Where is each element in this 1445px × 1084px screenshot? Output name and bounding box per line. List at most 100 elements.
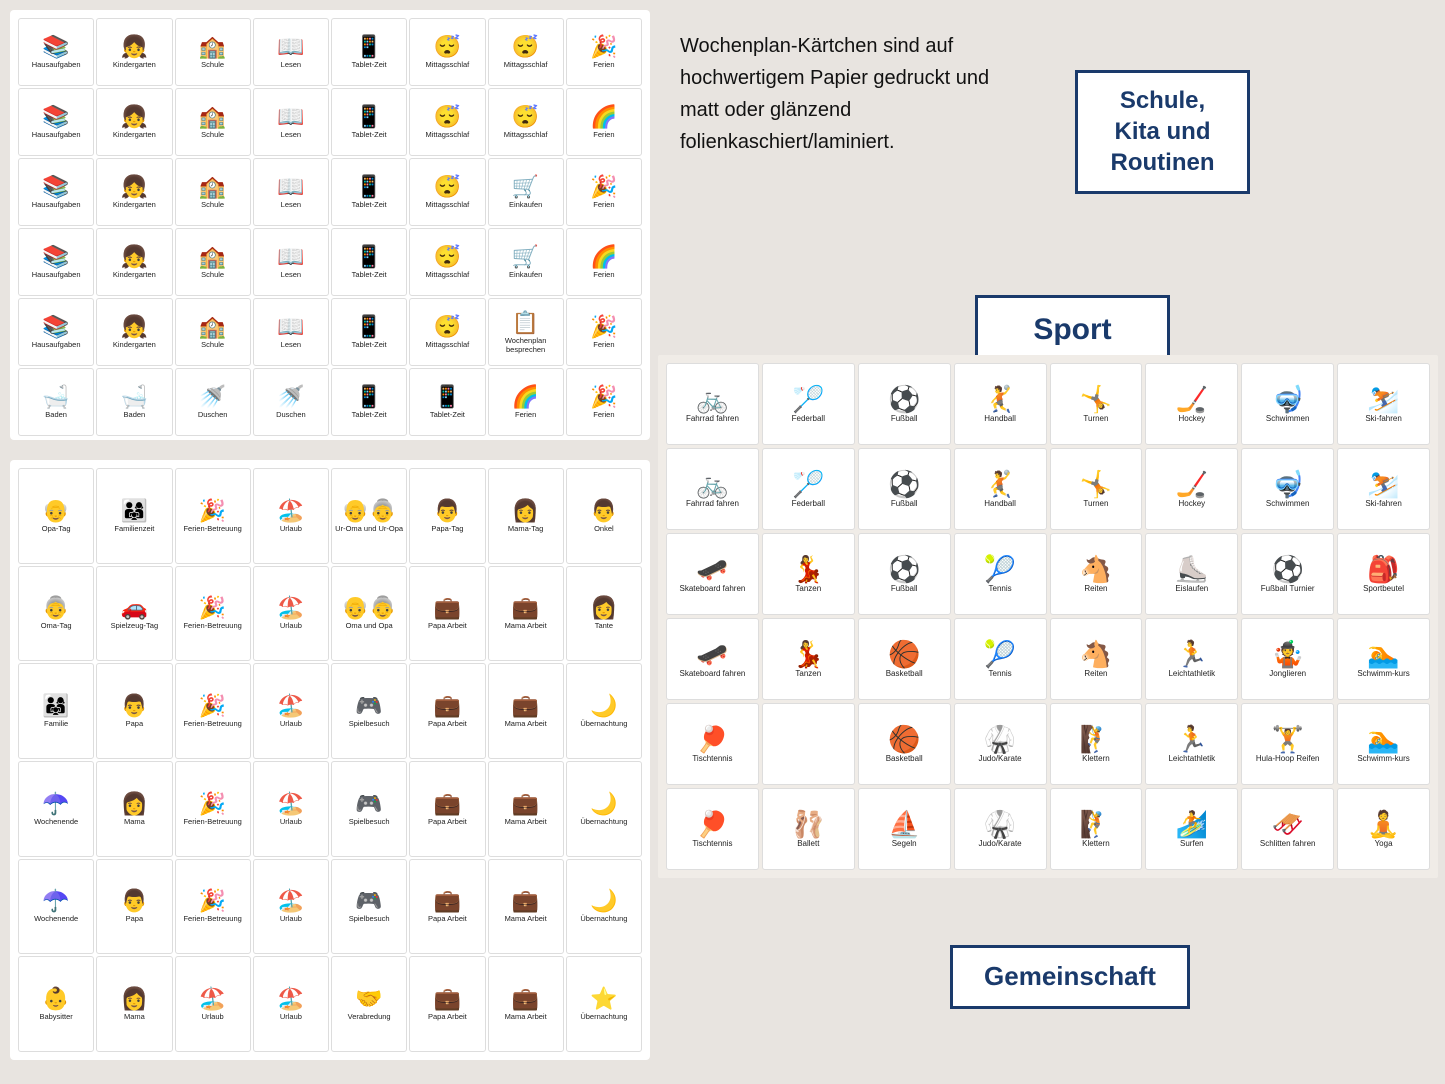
list-item: 🛹Skateboard fahren (666, 618, 759, 700)
card-icon-img: 🏸 (792, 386, 824, 412)
card-label-text: Schule (201, 270, 224, 279)
list-item: ☂️Wochenende (18, 761, 94, 857)
list-item: 🏄Surfen (1145, 788, 1238, 870)
card-icon-img: 💼 (434, 597, 461, 619)
list-item: 💼Mama Arbeit (488, 663, 564, 759)
card-icon-img: 🏖️ (199, 988, 226, 1010)
card-icon-img: 📱 (355, 246, 382, 268)
card-label-text: Leichtathletik (1168, 669, 1215, 679)
list-item: 💼Mama Arbeit (488, 566, 564, 662)
card-label-text: Tanzen (795, 584, 821, 594)
list-item: 📱Tablet-Zeit (331, 158, 407, 226)
list-item: 📱Tablet-Zeit (331, 298, 407, 366)
card-label-text: Mittagsschlaf (504, 130, 548, 139)
card-icon-img: 🛹 (696, 641, 728, 667)
card-label-text: Papa Arbeit (428, 1012, 467, 1021)
list-item: 🎾Tennis (954, 618, 1047, 700)
card-label-text: Schwimm-kurs (1357, 754, 1409, 764)
list-item: 🛒Einkaufen (488, 228, 564, 296)
card-icon-img: 👧 (121, 246, 148, 268)
list-item: 👶Babysitter (18, 956, 94, 1052)
card-label-text: Mittagsschlaf (425, 200, 469, 209)
list-item: 🛁Baden (96, 368, 172, 436)
list-item: 📚Hausaufgaben (18, 228, 94, 296)
card-icon-img: 💼 (512, 793, 539, 815)
card-label-text: Klettern (1082, 839, 1110, 849)
card-label-text: Tablet-Zeit (352, 410, 387, 419)
card-label-text: Schule (201, 60, 224, 69)
list-item: 👩Mama (96, 761, 172, 857)
card-icon-img: 🤾 (984, 471, 1016, 497)
card-label-text: Schule (201, 340, 224, 349)
card-label-text: Tischtennis (692, 839, 732, 849)
list-item: 💼Mama Arbeit (488, 956, 564, 1052)
card-icon-img: 🌙 (590, 793, 617, 815)
card-icon-img: 🛒 (512, 246, 539, 268)
card-label-text: Spielbesuch (349, 719, 390, 728)
list-item: 🚿Duschen (175, 368, 251, 436)
list-item: ⛷️Ski-fahren (1337, 363, 1430, 445)
card-icon-img: 🧘 (1367, 811, 1399, 837)
card-label-text: Lesen (281, 130, 301, 139)
list-item: 🏖️Urlaub (253, 566, 329, 662)
card-label-text: Tante (595, 621, 613, 630)
list-item: 💼Mama Arbeit (488, 761, 564, 857)
sport-grid-container: 🚲Fahrrad fahren🏸Federball⚽Fußball🤾Handba… (658, 355, 1438, 878)
card-label-text: Kindergarten (113, 130, 156, 139)
card-icon-img: 👨 (121, 695, 148, 717)
card-label-text: Handball (984, 499, 1016, 509)
card-label-text: Segeln (892, 839, 917, 849)
card-icon-img: 👨‍👩‍👧 (42, 695, 69, 717)
card-icon-img: ⚽ (888, 386, 920, 412)
card-label-text: Ferien-Betreuung (183, 719, 241, 728)
list-item: ⚽Fußball (858, 533, 951, 615)
card-icon-img: 📖 (277, 176, 304, 198)
list-item: 🏖️Urlaub (253, 468, 329, 564)
card-icon-img: 📚 (42, 316, 69, 338)
list-item: 😴Mittagsschlaf (409, 18, 485, 86)
card-icon-img: 🎉 (590, 36, 617, 58)
card-label-text: Oma und Opa (346, 621, 393, 630)
card-label-text: Hausaufgaben (32, 60, 81, 69)
list-item: 😴Mittagsschlaf (488, 18, 564, 86)
card-icon-img: ⚽ (888, 471, 920, 497)
card-icon-img: 🤿 (1272, 386, 1304, 412)
card-icon-img: 🏖️ (277, 597, 304, 619)
list-item: 💼Papa Arbeit (409, 566, 485, 662)
list-item: 👴Opa-Tag (18, 468, 94, 564)
card-label-text: Reiten (1084, 584, 1107, 594)
list-item: 🎉Ferien-Betreuung (175, 859, 251, 955)
card-label-text: Spielzeug-Tag (111, 621, 159, 630)
card-label-text: Ferien (593, 130, 614, 139)
card-label-text: Turnen (1083, 414, 1108, 424)
list-item: 🚲Fahrrad fahren (666, 448, 759, 530)
list-item: 👵Oma-Tag (18, 566, 94, 662)
family-grid: 👴Opa-Tag👨‍👩‍👧Familienzeit🎉Ferien-Betreuu… (10, 460, 650, 1060)
card-icon-img: 🎮 (355, 890, 382, 912)
card-label-text: Leichtathletik (1168, 754, 1215, 764)
list-item: 👨Papa (96, 859, 172, 955)
card-label-text: Tablet-Zeit (352, 200, 387, 209)
list-item: 🧗Klettern (1050, 703, 1143, 785)
list-item: 💃Tanzen (762, 533, 855, 615)
list-item: 🌙Übernachtung (566, 859, 642, 955)
card-label-text: Ballett (797, 839, 819, 849)
list-item: 🌙Übernachtung (566, 663, 642, 759)
list-item: 💃Tanzen (762, 618, 855, 700)
list-item: 🏖️Urlaub (253, 859, 329, 955)
card-label-text: Surfen (1180, 839, 1204, 849)
card-icon-img: 😴 (434, 106, 461, 128)
card-icon-img: 🚲 (696, 386, 728, 412)
list-item: 👴👵Oma und Opa (331, 566, 407, 662)
list-item: 👧Kindergarten (96, 18, 172, 86)
card-icon-img: 🌙 (590, 695, 617, 717)
card-label-text: Ski-fahren (1365, 499, 1401, 509)
card-label-text: Judo/Karate (978, 754, 1021, 764)
list-item: 🏖️Urlaub (253, 956, 329, 1052)
list-item: 📚Hausaufgaben (18, 18, 94, 86)
card-icon-img: 🛷 (1272, 811, 1304, 837)
card-icon-img: 👴👵 (342, 500, 397, 522)
list-item (762, 703, 855, 785)
card-label-text: Ferien-Betreuung (183, 914, 241, 923)
card-label-text: Mittagsschlaf (425, 130, 469, 139)
